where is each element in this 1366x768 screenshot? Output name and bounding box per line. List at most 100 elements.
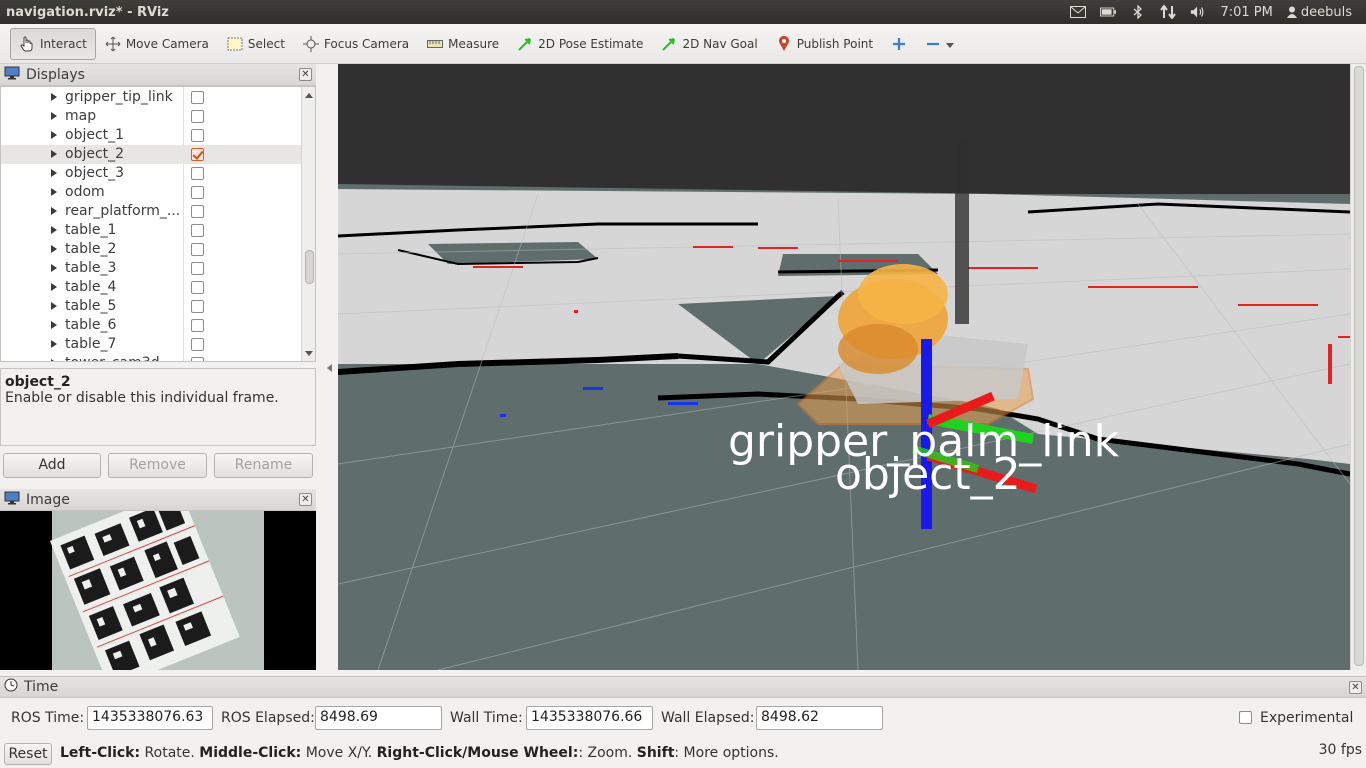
display-item-label: gripper_tip_link	[65, 89, 173, 105]
focus-camera-icon	[302, 35, 319, 52]
display-item-checkbox[interactable]	[191, 148, 204, 161]
expand-arrow-icon[interactable]	[51, 93, 57, 101]
green-arrow-icon	[517, 36, 533, 52]
minus-icon	[925, 36, 941, 52]
tool-select[interactable]: Select	[218, 28, 294, 60]
expand-arrow-icon[interactable]	[51, 169, 57, 177]
tool-2d-nav-goal[interactable]: 2D Nav Goal	[652, 28, 766, 60]
reset-button[interactable]: Reset	[4, 743, 52, 765]
mouse-hint: Left-Click: Rotate. Middle-Click: Move X…	[60, 745, 779, 761]
expand-arrow-icon[interactable]	[51, 283, 57, 291]
remove-tool-button[interactable]	[916, 28, 963, 60]
display-item-checkbox[interactable]	[191, 300, 204, 313]
add-tool-button[interactable]	[882, 28, 916, 60]
tool-move-camera[interactable]: Move Camera	[96, 28, 218, 60]
experimental-checkbox[interactable]	[1239, 711, 1252, 724]
display-item[interactable]: table_6	[1, 316, 301, 335]
display-item[interactable]: table_1	[1, 221, 301, 240]
expand-arrow-icon[interactable]	[51, 264, 57, 272]
display-item-checkbox[interactable]	[191, 357, 204, 361]
displays-scrollbar[interactable]	[301, 87, 315, 361]
display-item[interactable]: odom	[1, 183, 301, 202]
display-item-checkbox[interactable]	[191, 91, 204, 104]
display-item-checkbox[interactable]	[191, 129, 204, 142]
tool-interact[interactable]: Interact	[10, 27, 96, 60]
mail-icon[interactable]	[1070, 5, 1087, 19]
network-icon[interactable]	[1160, 5, 1177, 19]
battery-icon[interactable]	[1100, 5, 1117, 19]
expand-arrow-icon[interactable]	[51, 340, 57, 348]
wall-time-field[interactable]: 1435338076.66	[526, 706, 653, 730]
tool-focus-camera[interactable]: Focus Camera	[294, 28, 418, 60]
displays-panel-header: Displays ✕	[0, 64, 316, 86]
display-item-label: table_3	[65, 260, 117, 276]
expand-arrow-icon[interactable]	[51, 321, 57, 329]
expand-arrow-icon[interactable]	[51, 302, 57, 310]
close-icon[interactable]: ✕	[1349, 681, 1362, 694]
display-item-checkbox[interactable]	[191, 281, 204, 294]
display-item-checkbox[interactable]	[191, 243, 204, 256]
time-panel-header: Time ✕	[0, 676, 1366, 698]
tool-2d-pose-estimate[interactable]: 2D Pose Estimate	[508, 28, 652, 60]
close-icon[interactable]: ✕	[299, 493, 312, 506]
user-name: deebuls	[1300, 4, 1352, 20]
tool-publish-point[interactable]: Publish Point	[767, 28, 882, 60]
user-menu[interactable]: deebuls	[1286, 4, 1352, 20]
expand-arrow-icon[interactable]	[51, 112, 57, 120]
display-item[interactable]: table_2	[1, 240, 301, 259]
bluetooth-icon[interactable]	[1130, 5, 1146, 19]
viewport-scrollbar[interactable]	[1350, 64, 1366, 670]
expand-arrow-icon[interactable]	[51, 150, 57, 158]
expand-arrow-icon[interactable]	[51, 226, 57, 234]
3d-render-viewport[interactable]: gripper_palm_link object_2	[338, 64, 1350, 670]
display-item[interactable]: rear_platform_...	[1, 202, 301, 221]
close-icon[interactable]: ✕	[299, 68, 312, 81]
chevron-down-icon	[946, 43, 955, 48]
add-display-button[interactable]: Add	[3, 453, 101, 478]
display-item-checkbox[interactable]	[191, 224, 204, 237]
display-item-checkbox[interactable]	[191, 186, 204, 199]
wall-elapsed-field[interactable]: 8498.62	[756, 706, 883, 730]
expand-arrow-icon[interactable]	[51, 131, 57, 139]
display-item[interactable]: map	[1, 107, 301, 126]
display-item[interactable]: table_4	[1, 278, 301, 297]
scroll-thumb	[305, 250, 314, 284]
display-item-label: map	[65, 108, 97, 124]
expand-arrow-icon[interactable]	[51, 188, 57, 196]
displays-title: Displays	[26, 66, 85, 83]
system-tray: 7:01 PM deebuls	[1070, 5, 1366, 20]
tool-measure[interactable]: Measure	[418, 28, 508, 60]
display-item[interactable]: table_3	[1, 259, 301, 278]
display-item-checkbox[interactable]	[191, 167, 204, 180]
display-item[interactable]: object_1	[1, 126, 301, 145]
expand-arrow-icon[interactable]	[51, 359, 57, 361]
user-icon	[1286, 6, 1297, 18]
display-item-label: table_6	[65, 317, 117, 333]
display-item-checkbox[interactable]	[191, 262, 204, 275]
expand-arrow-icon[interactable]	[51, 207, 57, 215]
display-item-checkbox[interactable]	[191, 205, 204, 218]
hand-cursor-icon	[19, 36, 35, 52]
experimental-label: Experimental	[1260, 710, 1354, 726]
rename-display-button[interactable]: Rename	[214, 453, 313, 478]
display-item[interactable]: tower_cam3d...	[1, 354, 301, 361]
display-item-checkbox[interactable]	[191, 319, 204, 332]
collapse-left-icon[interactable]	[327, 364, 332, 372]
window-title-bar: navigation.rviz* - RViz 7:01 PM deebuls	[0, 0, 1366, 24]
display-item-label: rear_platform_...	[65, 203, 181, 219]
remove-display-button[interactable]: Remove	[108, 453, 207, 478]
display-item[interactable]: table_7	[1, 335, 301, 354]
display-description: object_2 Enable or disable this individu…	[0, 368, 316, 446]
display-item-checkbox[interactable]	[191, 338, 204, 351]
expand-arrow-icon[interactable]	[51, 245, 57, 253]
ros-time-field[interactable]: 1435338076.63	[87, 706, 213, 730]
display-item[interactable]: table_5	[1, 297, 301, 316]
display-item[interactable]: object_2	[1, 145, 301, 164]
ros-elapsed-field[interactable]: 8498.69	[315, 706, 442, 730]
display-item-checkbox[interactable]	[191, 110, 204, 123]
volume-icon[interactable]	[1190, 5, 1206, 19]
clock[interactable]: 7:01 PM	[1220, 5, 1272, 20]
display-item-label: object_2	[65, 146, 125, 162]
display-item[interactable]: object_3	[1, 164, 301, 183]
display-item[interactable]: gripper_tip_link	[1, 88, 301, 107]
